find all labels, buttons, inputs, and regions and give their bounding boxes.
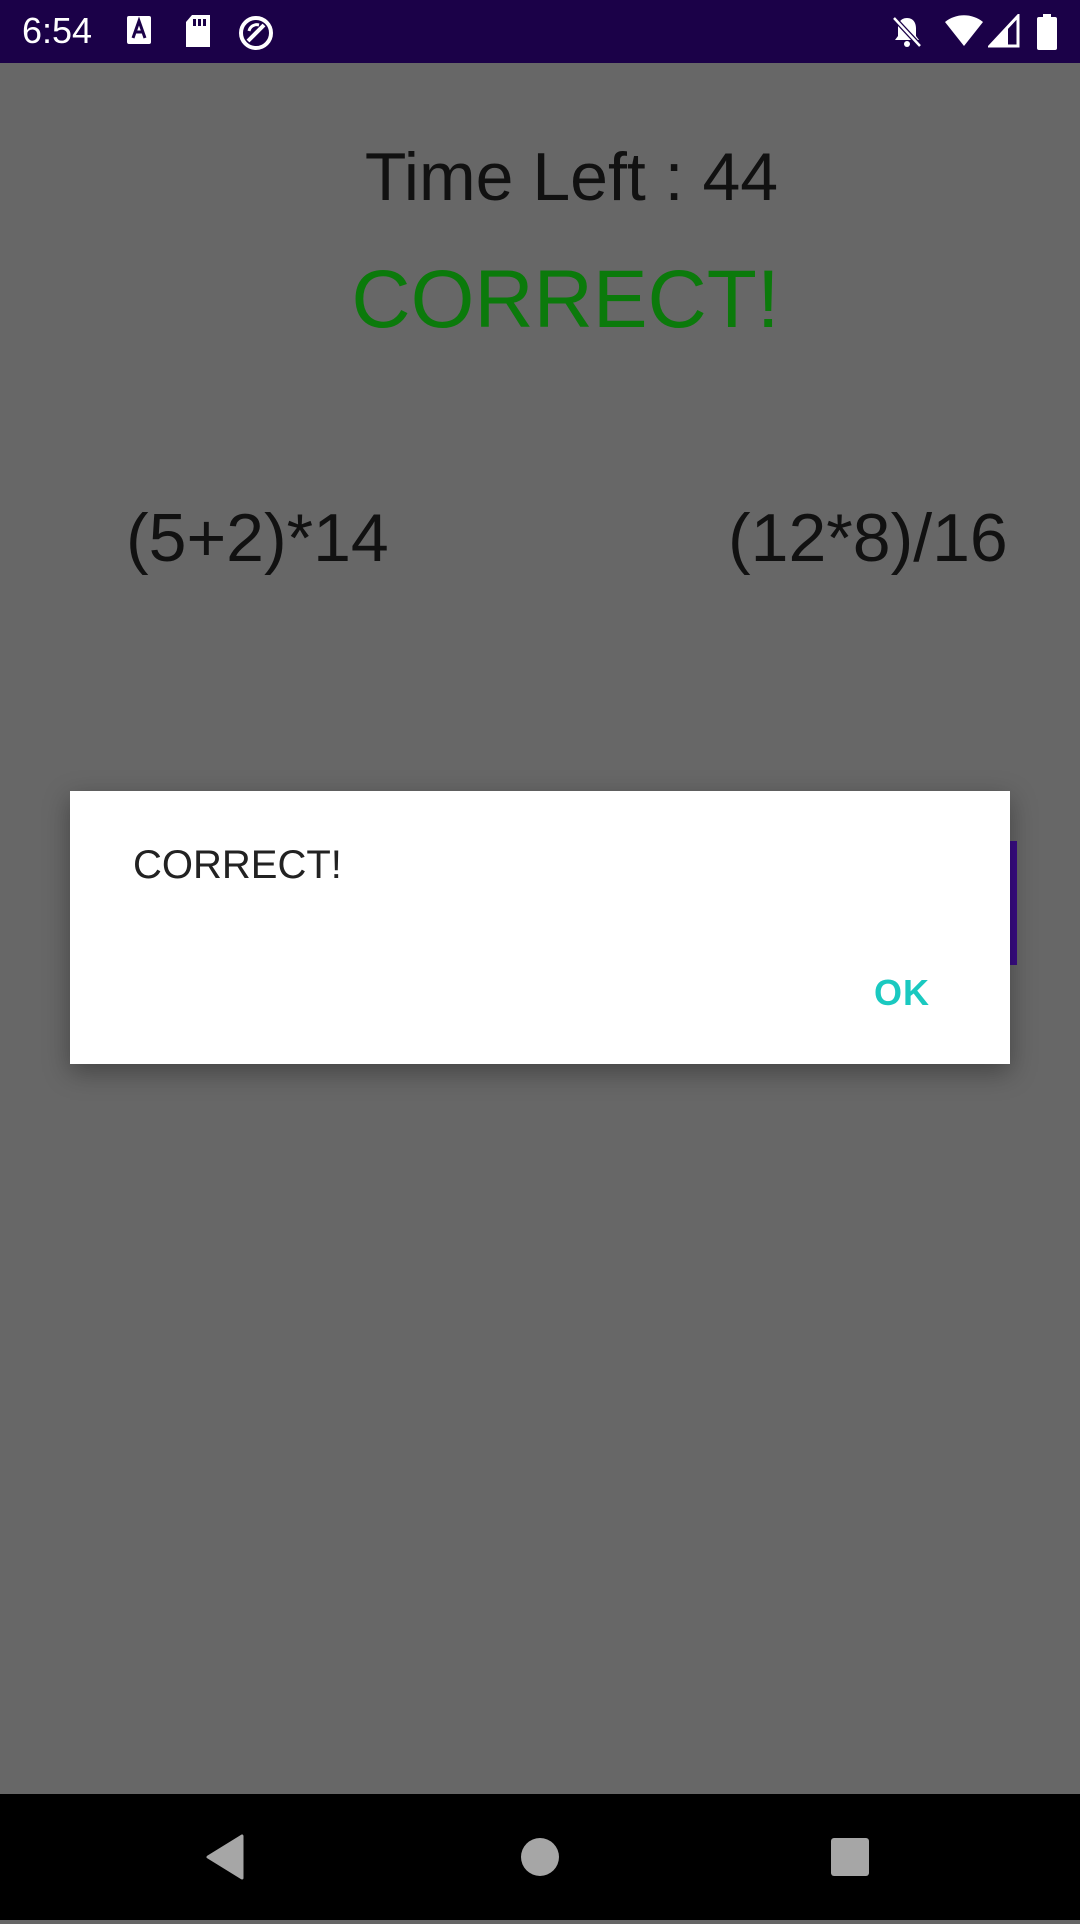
- notifications-off-icon: [892, 16, 922, 48]
- back-icon: [206, 1834, 244, 1880]
- font-a-icon: [127, 16, 151, 44]
- sync-icon: [239, 16, 273, 50]
- status-bar: 6:54: [0, 0, 1080, 63]
- navigation-bar: [0, 1794, 1080, 1920]
- ok-button[interactable]: OK: [874, 972, 930, 1014]
- wifi-icon: [945, 15, 983, 46]
- home-icon: [521, 1838, 559, 1876]
- alert-dialog: CORRECT! OK: [70, 791, 1010, 1064]
- recents-button[interactable]: [814, 1794, 886, 1920]
- cell-signal-icon: [988, 14, 1020, 48]
- recents-icon: [831, 1838, 869, 1876]
- dialog-message: CORRECT!: [133, 843, 342, 887]
- time-left-label: Time Left : 44: [364, 139, 779, 215]
- right-expression[interactable]: (12*8)/16: [728, 499, 1008, 577]
- home-button[interactable]: [504, 1794, 576, 1920]
- left-expression[interactable]: (5+2)*14: [126, 499, 389, 577]
- back-button[interactable]: [190, 1794, 262, 1920]
- battery-icon: [1037, 14, 1057, 50]
- result-label: CORRECT!: [351, 254, 780, 345]
- sd-card-icon: [186, 15, 210, 47]
- status-time: 6:54: [22, 10, 93, 51]
